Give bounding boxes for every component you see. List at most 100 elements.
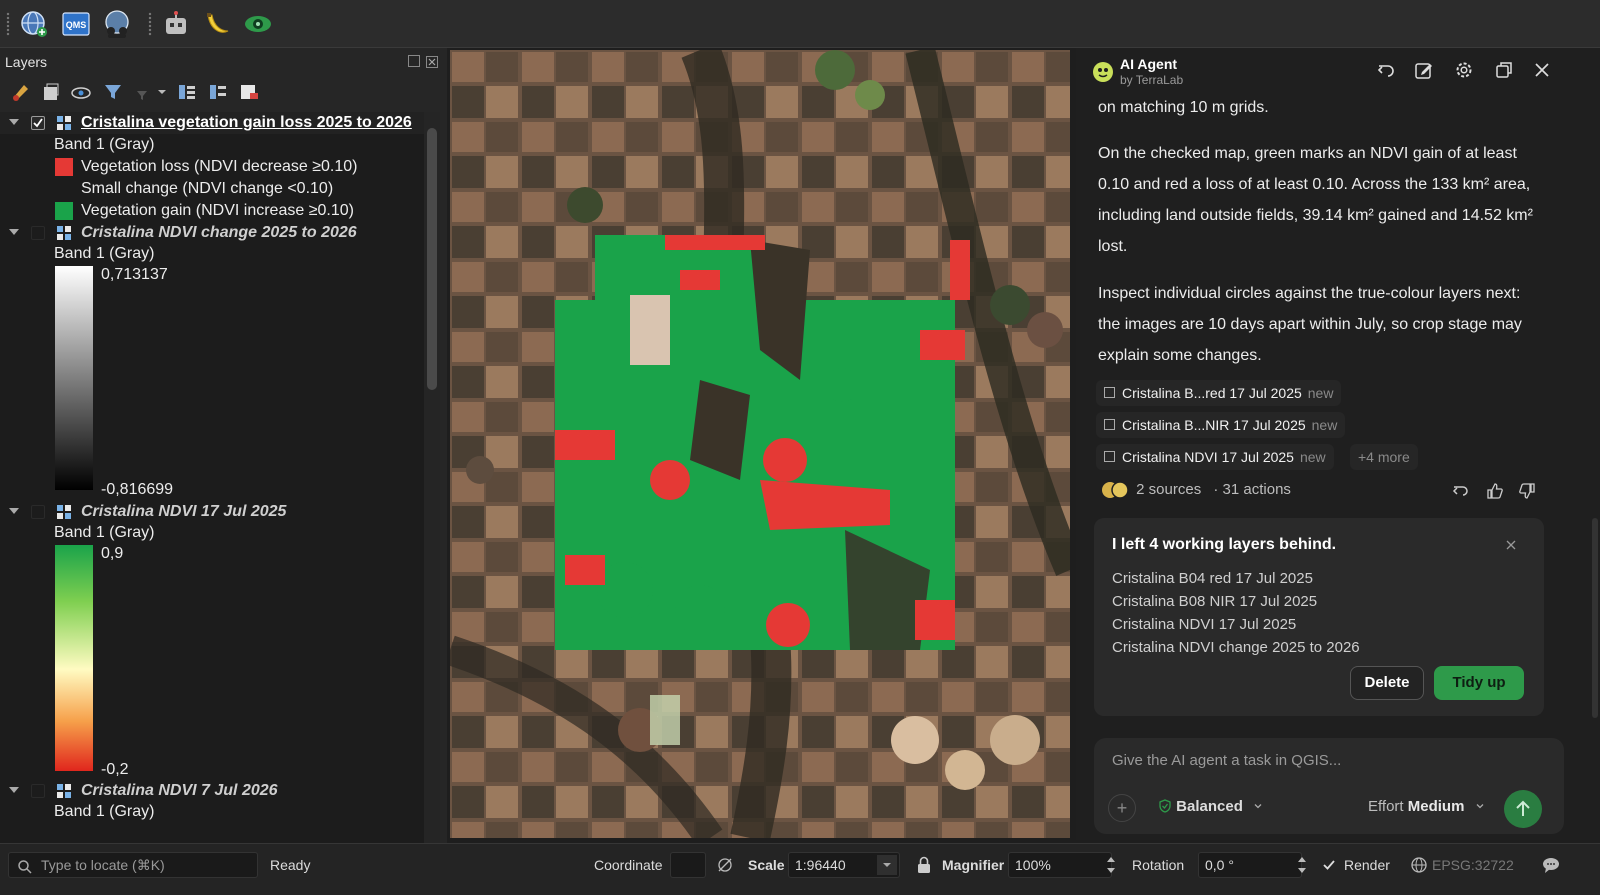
layer-tree: Cristalina vegetation gain loss 2025 to … [0,112,432,872]
band-label: Band 1 (Gray) [54,245,155,262]
visibility-eye-icon[interactable] [70,81,92,103]
expand-arrow-icon[interactable] [9,785,19,795]
retry-icon[interactable] [1452,482,1470,500]
layer-chip[interactable]: Cristalina NDVI 17 Jul 2025 new [1096,444,1334,470]
magnifier-value: 100% [1015,857,1051,873]
raster-layer-icon [56,225,72,241]
toolbar-grip[interactable] [6,12,10,36]
layer-chip-label: Cristalina B...NIR 17 Jul 2025 [1122,417,1306,433]
layer-tree-scrollbar[interactable] [424,112,440,872]
expand-arrow-icon[interactable] [9,506,19,516]
robot-icon[interactable] [160,8,192,40]
eye-icon[interactable] [242,8,274,40]
tidy-up-button[interactable]: Tidy up [1434,666,1524,700]
send-button[interactable] [1504,790,1542,828]
cleanup-card-title: I left 4 working layers behind. [1112,536,1337,553]
layer-chip-label: Cristalina NDVI 17 Jul 2025 [1122,449,1294,465]
layer-name-ndvi-2025[interactable]: Cristalina NDVI 17 Jul 2025 [81,501,286,523]
map-canvas[interactable] [450,50,1070,838]
qms-icon[interactable]: QMS [60,8,92,40]
raster-layer-icon [56,504,72,520]
layer-checkbox-ndvi-2026[interactable] [31,784,45,798]
close-icon[interactable] [1532,60,1552,80]
ramp-min-value: -0,2 [101,761,129,778]
more-layers-chip[interactable]: +4 more [1350,444,1418,470]
layer-name-ndvi-change[interactable]: Cristalina NDVI change 2025 to 2026 [81,222,357,244]
close-icon[interactable] [1504,538,1518,552]
globe-people-icon[interactable] [101,8,133,40]
sources-row[interactable]: 2 sources · 31 actions [1100,478,1291,502]
chevron-down-icon[interactable] [877,855,897,875]
scale-combo[interactable]: 1:96440 [788,852,900,878]
layer-checkbox-gain-loss[interactable] [31,116,45,130]
layer-name-gain-loss[interactable]: Cristalina vegetation gain loss 2025 to … [81,112,412,134]
effort-value: Medium [1407,798,1465,815]
coordinate-field[interactable] [670,852,706,878]
close-panel-icon[interactable] [426,55,438,68]
ai-panel-scrollbar[interactable] [1592,518,1598,718]
raster-layer-icon [1104,419,1115,430]
layer-row-ndvi-change[interactable]: Cristalina NDVI change 2025 to 2026 [0,222,432,244]
undo-icon[interactable] [1376,60,1396,80]
layer-checkbox-ndvi-2025[interactable] [31,505,45,519]
locate-search[interactable]: Type to locate (⌘K) [8,852,258,878]
filter-icon[interactable] [102,81,124,103]
magnifier-spinbox[interactable]: 100% [1008,852,1112,878]
effort-prefix: Effort [1368,798,1404,815]
add-group-icon[interactable] [40,81,62,103]
layer-chip[interactable]: Cristalina B...red 17 Jul 2025 new [1096,380,1342,406]
arrow-up-icon [1516,800,1530,816]
settings-gear-icon[interactable] [1454,60,1474,80]
task-input[interactable]: Give the AI agent a task in QGIS... [1112,752,1532,774]
rotation-stepper-icon[interactable] [1295,852,1309,878]
messages-icon[interactable] [1542,856,1560,874]
rotation-spinbox[interactable]: 0,0 ° [1198,852,1302,878]
expand-arrow-icon[interactable] [9,227,19,237]
lock-icon[interactable] [916,856,932,874]
sources-count[interactable]: 2 sources [1136,481,1201,498]
search-icon [17,858,33,874]
scrollbar-thumb[interactable] [427,128,437,390]
render-label[interactable]: Render [1344,852,1390,878]
layers-panel: Layers Cristalina vegetation gain loss 2… [0,48,447,886]
layer-chip[interactable]: Cristalina B...NIR 17 Jul 2025 new [1096,412,1346,438]
ai-panel-header: AI Agent by TerraLab [1076,48,1600,92]
band-label: Band 1 (Gray) [54,524,155,541]
banana-icon[interactable] [201,8,233,40]
ramp-min-value: -0,816699 [101,481,174,498]
actions-count[interactable]: · 31 actions [1213,481,1291,498]
layer-row-ndvi-2025[interactable]: Cristalina NDVI 17 Jul 2025 [0,501,432,523]
effort-selector[interactable]: Effort Medium [1368,796,1485,818]
working-layer-item: Cristalina NDVI change 2025 to 2026 [1112,639,1360,656]
crs-globe-icon[interactable] [1410,856,1428,874]
legend-swatch-gain [55,202,73,220]
render-checkbox[interactable] [1322,858,1336,872]
magnifier-stepper-icon[interactable] [1104,852,1118,878]
layer-row-gain-loss[interactable]: Cristalina vegetation gain loss 2025 to … [0,112,432,134]
mode-selector[interactable]: Balanced [1158,796,1263,818]
layer-name-ndvi-2026[interactable]: Cristalina NDVI 7 Jul 2026 [81,780,278,802]
expand-arrow-icon[interactable] [9,117,19,127]
layer-row-ndvi-2026[interactable]: Cristalina NDVI 7 Jul 2026 [0,780,432,802]
add-attachment-button[interactable]: + [1108,794,1136,822]
detach-window-icon[interactable] [1494,60,1514,80]
collapse-all-icon[interactable] [207,81,229,103]
thumbs-up-icon[interactable] [1486,482,1504,500]
float-panel-icon[interactable] [408,55,420,67]
style-manager-icon[interactable] [10,81,32,103]
expand-all-icon[interactable] [176,81,198,103]
remove-layer-icon[interactable] [238,81,260,103]
crs-label[interactable]: EPSG:32722 [1432,852,1514,878]
globe-add-icon[interactable] [18,8,50,40]
ai-agent-logo-icon [1092,60,1114,82]
ai-agent-title: AI Agent [1120,56,1178,72]
layer-checkbox-ndvi-change[interactable] [31,226,45,240]
filter-dropdown-icon[interactable] [134,81,166,103]
new-chat-icon[interactable] [1414,60,1434,80]
scale-label: Scale [748,857,785,873]
thumbs-down-icon[interactable] [1518,482,1536,500]
toolbar-grip-2[interactable] [148,12,152,36]
scale-value: 1:96440 [795,857,846,873]
delete-button[interactable]: Delete [1350,666,1424,700]
coordinate-toggle-icon[interactable] [716,856,734,874]
